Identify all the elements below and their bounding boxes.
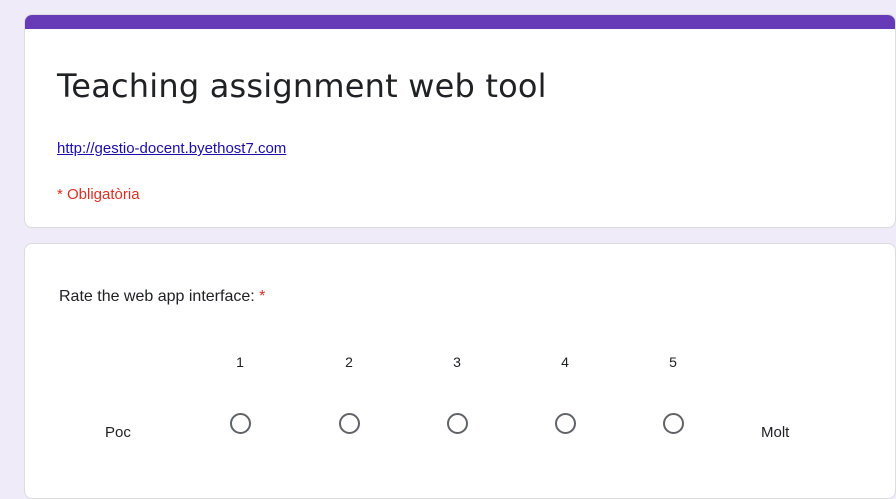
header-accent-bar [25,15,895,29]
rating-radio-4[interactable] [555,413,576,434]
question-title-text: Rate the web app interface: [59,288,255,305]
scale-number-4: 4 [561,354,569,370]
rating-radio-3[interactable] [447,413,468,434]
form-header-card: Teaching assignment web tool http://gest… [24,14,896,228]
form-description-link[interactable]: http://gestio-docent.byethost7.com [57,140,286,157]
required-fields-note: * Obligatòria [57,186,140,203]
rating-radio-1[interactable] [230,413,251,434]
scale-high-label: Molt [761,424,790,441]
required-asterisk: * [259,288,266,305]
scale-number-1: 1 [236,354,244,370]
rating-radio-2[interactable] [339,413,360,434]
form-title: Teaching assignment web tool [57,67,547,105]
scale-number-5: 5 [669,354,677,370]
scale-number-3: 3 [453,354,461,370]
rating-question-card: Rate the web app interface: * 1 2 3 4 5 … [24,243,896,499]
rating-radio-5[interactable] [663,413,684,434]
scale-number-2: 2 [345,354,353,370]
scale-low-label: Poc [105,424,131,441]
question-title: Rate the web app interface: * [59,288,265,306]
